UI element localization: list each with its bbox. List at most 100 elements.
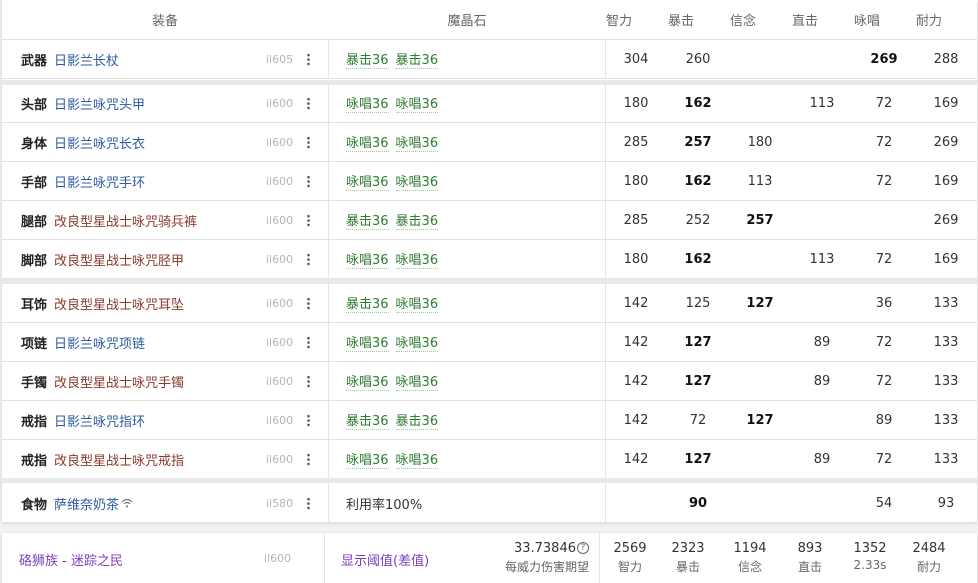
materia-slot[interactable]: 咏唱36 (346, 249, 389, 269)
materia-slot[interactable]: 暴击36 (346, 210, 389, 230)
materia-slot[interactable]: 暴击36 (346, 49, 389, 69)
materia-slot[interactable]: 咏唱36 (395, 93, 439, 113)
food-utilization: 利用率100% (346, 497, 423, 513)
gear-row[interactable]: 武器 日影兰长杖 il605 暴击36 暴击36 304 260 269 288 (2, 40, 977, 79)
help-icon[interactable]: ? (577, 542, 589, 554)
materia-slot[interactable]: 咏唱36 (346, 332, 389, 352)
materia-slot[interactable]: 咏唱36 (395, 171, 439, 191)
materia-slot[interactable]: 暴击36 (395, 49, 439, 69)
item-level: il600 (266, 296, 294, 310)
gear-row[interactable]: 手部 日影兰咏咒手环 il600 咏唱36 咏唱36 180 162 113 72 169 (2, 162, 977, 201)
item-name[interactable]: 改良型星战士咏咒手镯 (54, 362, 184, 400)
materia-slot[interactable]: 咏唱36 (346, 132, 389, 152)
item-name[interactable]: 改良型星战士咏咒胫甲 (54, 240, 184, 278)
slot-label: 手部 (21, 175, 48, 191)
more-options-icon[interactable] (300, 240, 316, 278)
item-name[interactable]: 萨维奈奶茶 (54, 484, 133, 522)
stat-det (730, 40, 790, 78)
materia-slot[interactable]: 咏唱36 (395, 371, 439, 391)
stat-sps: 72 (875, 334, 893, 350)
more-options-icon[interactable] (300, 123, 316, 161)
gear-row[interactable]: 身体 日影兰咏咒长衣 il600 咏唱36 咏唱36 285 257 180 72 269 (2, 123, 977, 162)
item-name-text: 萨维奈奶茶 (54, 497, 120, 513)
stat-dh (792, 401, 852, 439)
gear-row[interactable]: 手镯 改良型星战士咏咒手镯 il600 咏唱36 咏唱36 142 127 89 72 133 (2, 362, 977, 401)
gear-row[interactable]: 项链 日影兰咏咒项链 il600 咏唱36 咏唱36 142 127 89 72 133 (2, 323, 977, 362)
stat-det (730, 362, 790, 400)
stat-vit: 133 (933, 373, 959, 389)
item-name[interactable]: 日影兰长杖 (54, 40, 119, 78)
slot-label: 脚部 (21, 253, 48, 269)
more-options-icon[interactable] (300, 362, 316, 400)
more-options-icon[interactable] (300, 284, 316, 322)
food-row[interactable]: 食物 萨维奈奶茶 il580 利用率100% 90 54 93 (2, 484, 977, 523)
slot-label: 手镯 (21, 375, 48, 391)
stat-int: 142 (623, 373, 649, 389)
header-dh: 直击 (792, 14, 819, 29)
item-name[interactable]: 日影兰咏咒项链 (54, 323, 145, 361)
item-level: il600 (266, 335, 294, 349)
item-name-text: 改良型星战士咏咒耳坠 (54, 297, 185, 313)
item-level: il600 (266, 252, 294, 266)
divider (599, 533, 600, 583)
stat-det: 127 (746, 412, 774, 428)
item-name[interactable]: 日影兰咏咒指环 (54, 401, 145, 439)
gear-row[interactable]: 头部 日影兰咏咒头甲 il600 咏唱36 咏唱36 180 162 113 72 169 (2, 84, 977, 123)
stat-dh: 113 (809, 95, 835, 111)
materia-slot[interactable]: 暴击36 (395, 210, 439, 230)
item-name-text: 日影兰咏咒指环 (54, 414, 146, 430)
materia-slot[interactable]: 咏唱36 (346, 371, 389, 391)
gear-row[interactable]: 戒指 改良型星战士咏咒戒指 il600 咏唱36 咏唱36 142 127 89 72 133 (2, 440, 977, 479)
materia-slot[interactable]: 咏唱36 (346, 171, 389, 191)
total-label: 暴击 (675, 560, 700, 574)
total-value: 2323 (671, 541, 705, 556)
more-options-icon[interactable] (300, 401, 316, 439)
stat-crit: 72 (689, 412, 707, 428)
stat-sps (854, 201, 914, 239)
gear-row[interactable]: 腿部 改良型星战士咏咒骑兵裤 il600 暴击36 暴击36 285 252 257 269 (2, 201, 977, 240)
more-options-icon[interactable] (300, 84, 316, 122)
stat-vit: 133 (933, 295, 959, 311)
gear-row[interactable]: 戒指 日影兰咏咒指环 il600 暴击36 暴击36 142 72 127 89 133 (2, 401, 977, 440)
materia-slot[interactable]: 咏唱36 (395, 132, 439, 152)
slot-label: 武器 (21, 53, 48, 69)
job-selector-link[interactable]: 硌狮族 - 迷踪之民 (19, 550, 123, 569)
more-options-icon[interactable] (300, 40, 316, 78)
materia-slot[interactable]: 暴击36 (346, 410, 389, 430)
item-name[interactable]: 改良型星战士咏咒骑兵裤 (54, 201, 197, 239)
item-name[interactable]: 日影兰咏咒长衣 (54, 123, 145, 161)
item-name[interactable]: 日影兰咏咒头甲 (54, 84, 145, 122)
materia-slot[interactable]: 咏唱36 (395, 332, 439, 352)
more-options-icon[interactable] (300, 201, 316, 239)
item-name[interactable]: 日影兰咏咒手环 (54, 162, 145, 200)
item-name[interactable]: 改良型星战士咏咒耳坠 (54, 284, 184, 322)
gear-row[interactable]: 耳饰 改良型星战士咏咒耳坠 il600 暴击36 咏唱36 142 125 127 36 133 (2, 284, 977, 323)
slot-label: 戒指 (21, 414, 48, 430)
stat-dh (792, 123, 852, 161)
item-name[interactable]: 改良型星战士咏咒戒指 (54, 440, 184, 478)
item-level: il600 (266, 135, 294, 149)
show-threshold-link[interactable]: 显示阈值(差值) (341, 550, 429, 569)
materia-slot[interactable]: 暴击36 (346, 293, 389, 313)
item-name-text: 日影兰咏咒手环 (54, 175, 146, 191)
column-divider (328, 484, 329, 522)
materia-slot[interactable]: 咏唱36 (395, 449, 439, 469)
header-materia: 魔晶石 (447, 14, 487, 29)
materia-slots: 暴击36 暴击36 (346, 40, 439, 78)
stat-crit: 127 (684, 373, 712, 389)
materia-slot[interactable]: 咏唱36 (346, 93, 389, 113)
more-options-icon[interactable] (300, 440, 316, 478)
materia-slot[interactable]: 咏唱36 (395, 249, 439, 269)
more-options-icon[interactable] (300, 162, 316, 200)
slot-label: 腿部 (21, 214, 48, 230)
total-label: 2.33s (853, 558, 887, 572)
materia-slot[interactable]: 咏唱36 (346, 449, 389, 469)
more-options-icon[interactable] (300, 323, 316, 361)
materia-slot[interactable]: 咏唱36 (395, 293, 439, 313)
gear-row[interactable]: 脚部 改良型星战士咏咒胫甲 il600 咏唱36 咏唱36 180 162 113 72 169 (2, 240, 977, 279)
materia-slots: 咏唱36 咏唱36 (346, 123, 439, 161)
more-options-icon[interactable] (300, 484, 316, 522)
materia-slot[interactable]: 暴击36 (395, 410, 439, 430)
header-det: 信念 (730, 14, 757, 29)
total-label: 耐力 (916, 560, 941, 574)
